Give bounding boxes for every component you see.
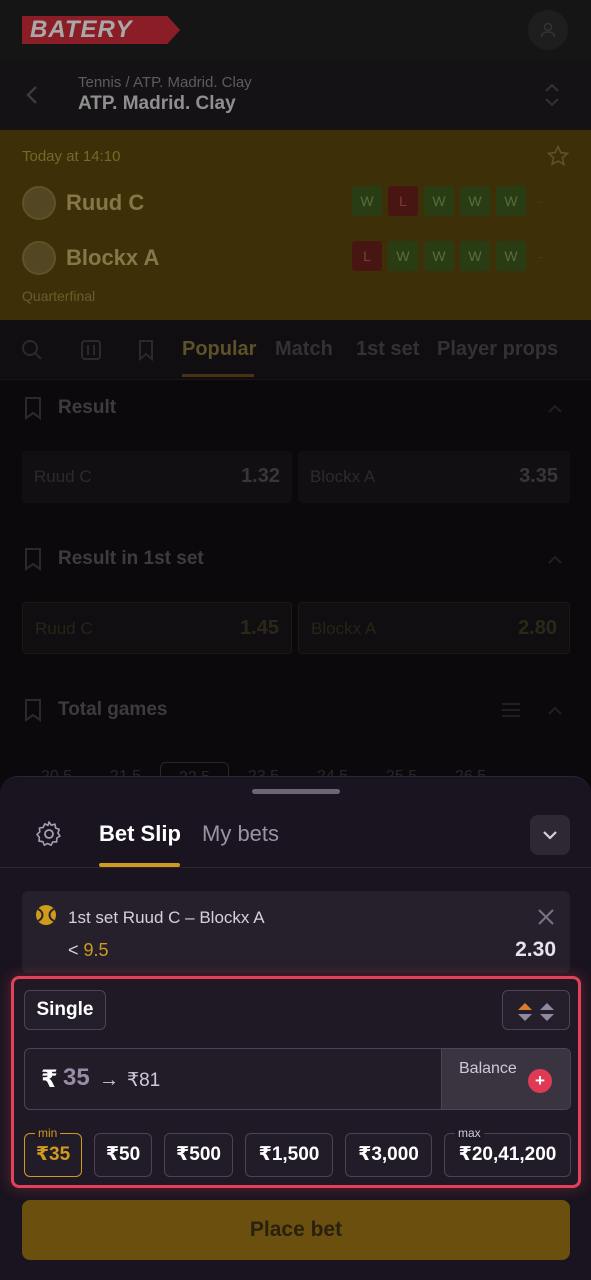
quick-stake-chip[interactable]: ₹500 bbox=[164, 1133, 233, 1177]
quick-stake-label: ₹20,41,200 bbox=[458, 1144, 557, 1165]
market-prefix: < bbox=[68, 940, 79, 960]
quick-stake-label: ₹1,500 bbox=[258, 1144, 320, 1165]
sheet-drag-handle[interactable] bbox=[252, 789, 340, 794]
add-funds-plus-icon[interactable]: + bbox=[528, 1069, 552, 1093]
quick-stake-chip[interactable]: ₹3,000 bbox=[345, 1133, 432, 1177]
collapse-sheet-button[interactable] bbox=[530, 815, 570, 855]
tab-my-bets[interactable]: My bets bbox=[202, 821, 279, 847]
stake-amount[interactable]: 35 bbox=[63, 1064, 90, 1092]
currency-symbol: ₹ bbox=[41, 1066, 58, 1093]
chevron-down-icon bbox=[543, 831, 557, 840]
tennis-ball-icon bbox=[36, 905, 56, 925]
quick-stake-chip[interactable]: ₹50 bbox=[94, 1133, 152, 1177]
bet-order-toggle[interactable] bbox=[502, 990, 570, 1030]
bet-slip-sheet: Bet Slip My bets 1st set Ruud C – Blockx… bbox=[0, 776, 591, 1280]
tab-bet-slip[interactable]: Bet Slip bbox=[99, 821, 181, 847]
quick-stake-label: ₹3,000 bbox=[358, 1144, 419, 1165]
bet-type-selector[interactable]: Single bbox=[24, 990, 106, 1030]
potential-win: ₹81 bbox=[127, 1070, 161, 1091]
quick-stake-label: ₹35 bbox=[35, 1144, 71, 1165]
quick-stake-chip[interactable]: ₹1,500 bbox=[245, 1133, 333, 1177]
balance-label: Balance bbox=[459, 1060, 517, 1077]
bet-slip-item: 1st set Ruud C – Blockx A < 9.5 2.30 bbox=[22, 891, 570, 973]
sort-arrows-icon bbox=[518, 1003, 554, 1021]
market-line: 9.5 bbox=[83, 940, 109, 960]
quick-stake-chip[interactable]: min ₹35 bbox=[24, 1126, 82, 1177]
stake-panel: Single ₹ 35 → ₹81 Balance + min ₹35 ₹50 … bbox=[11, 976, 581, 1188]
arrow-right-icon: → bbox=[99, 1069, 119, 1091]
bet-odds: 2.30 bbox=[515, 938, 556, 961]
close-icon[interactable] bbox=[536, 907, 556, 927]
balance-box[interactable]: Balance + bbox=[441, 1049, 570, 1109]
quick-stake-label: ₹50 bbox=[105, 1144, 141, 1165]
quick-stake-row: min ₹35 ₹50 ₹500 ₹1,500 ₹3,000 max ₹20,4… bbox=[24, 1126, 571, 1177]
quick-stake-chip[interactable]: max ₹20,41,200 bbox=[444, 1126, 571, 1177]
quick-stake-tag: max bbox=[455, 1126, 484, 1140]
stake-input[interactable]: ₹ 35 → ₹81 Balance + bbox=[24, 1048, 571, 1110]
bet-market: < 9.5 bbox=[68, 940, 109, 961]
place-bet-label: Place bet bbox=[249, 1218, 343, 1241]
place-bet-button[interactable]: Place bet bbox=[22, 1200, 570, 1260]
divider bbox=[0, 867, 591, 868]
quick-stake-tag: min bbox=[35, 1126, 61, 1140]
quick-stake-label: ₹500 bbox=[176, 1144, 221, 1165]
bet-event-name: 1st set Ruud C – Blockx A bbox=[68, 908, 265, 927]
gear-icon[interactable] bbox=[34, 819, 64, 849]
